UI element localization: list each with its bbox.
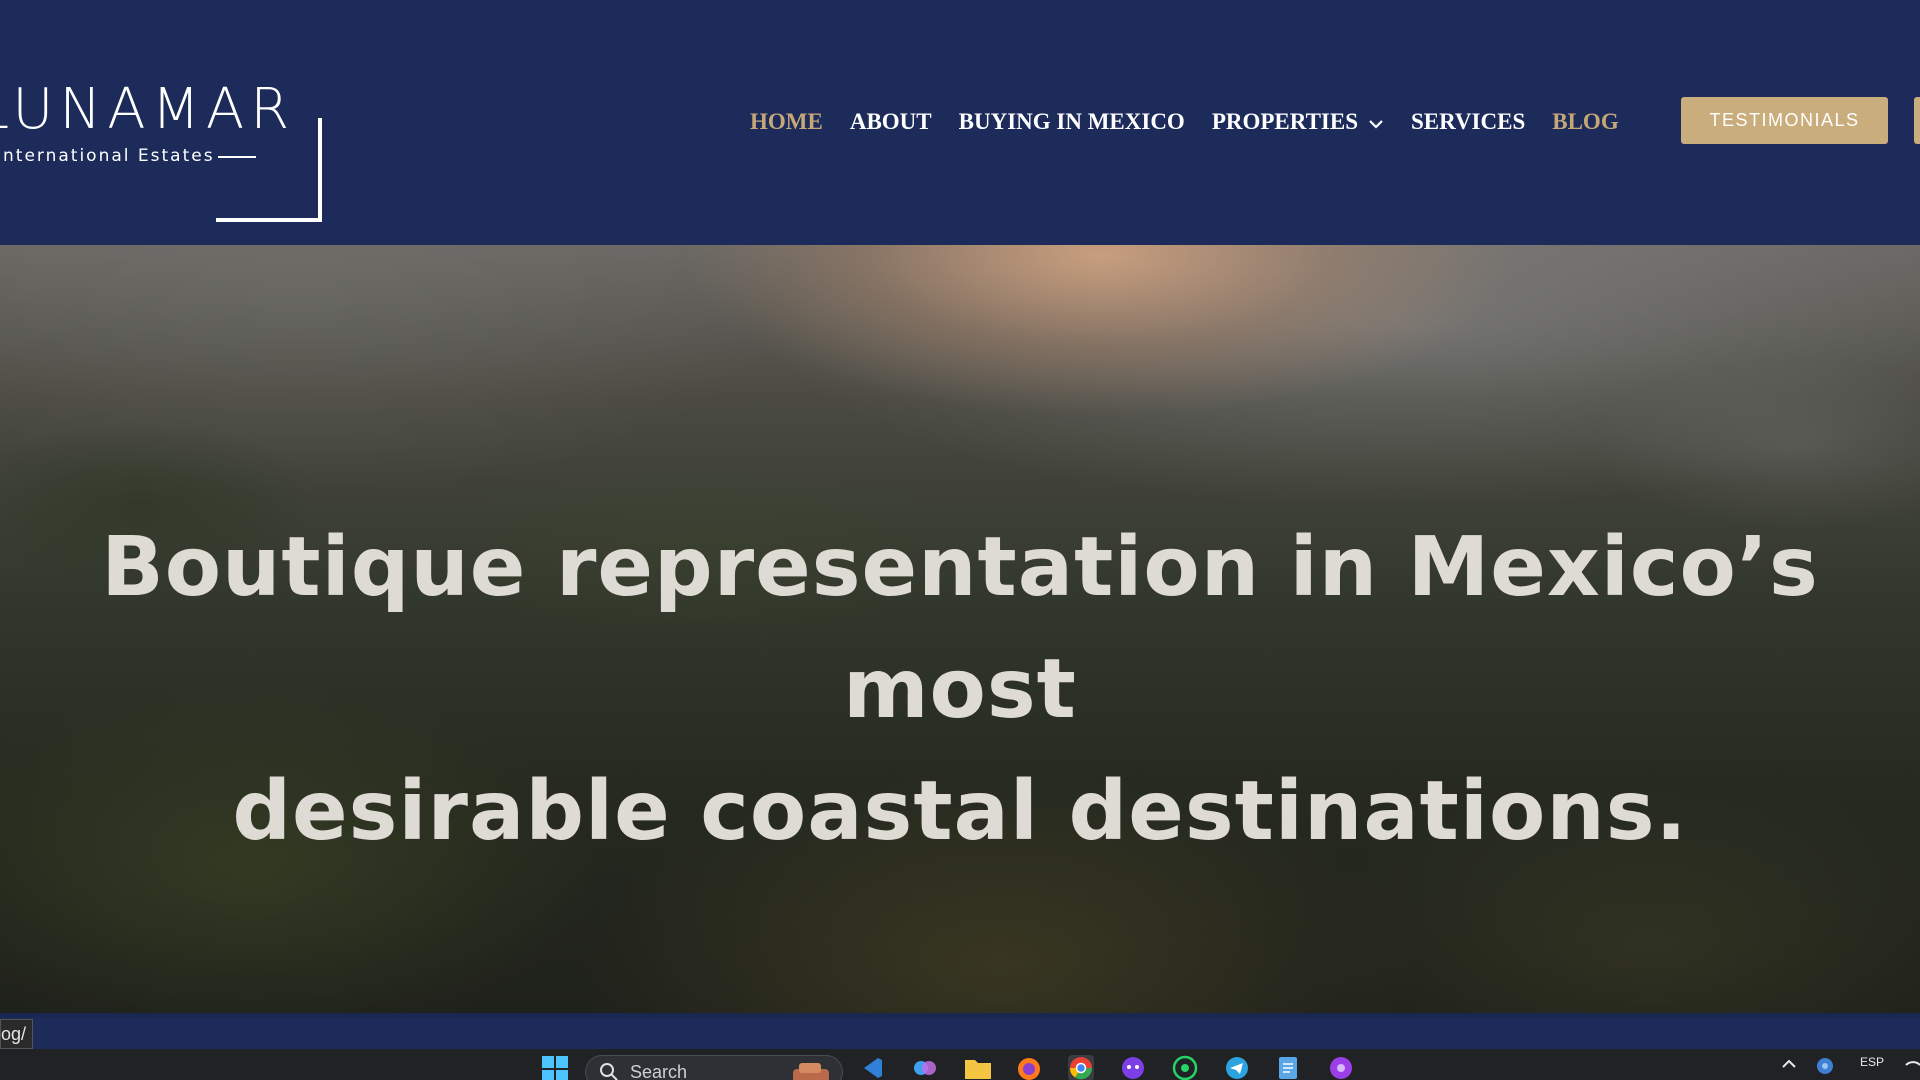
site-header: LUNAMAR International Estates HOME ABOUT… xyxy=(0,0,1920,245)
site-logo[interactable]: LUNAMAR International Estates xyxy=(0,80,330,230)
whatsapp-icon[interactable] xyxy=(1172,1055,1198,1080)
testimonials-button[interactable]: TESTIMONIALS xyxy=(1681,97,1888,144)
nav-about[interactable]: ABOUT xyxy=(850,109,932,135)
podcast-app-icon[interactable] xyxy=(1328,1055,1354,1080)
windows-start-icon[interactable] xyxy=(541,1055,568,1080)
chevron-down-icon[interactable] xyxy=(1368,109,1384,135)
firefox-icon[interactable] xyxy=(1016,1055,1042,1080)
network-icon[interactable] xyxy=(1814,1055,1836,1080)
logo-tagline: International Estates xyxy=(0,146,215,166)
search-icon xyxy=(598,1061,620,1080)
telegram-icon[interactable] xyxy=(1224,1055,1250,1080)
wifi-icon[interactable] xyxy=(1904,1055,1920,1080)
logo-corner-frame xyxy=(216,118,322,222)
nav-services[interactable]: SERVICES xyxy=(1411,109,1525,135)
hero-headline-line1: Boutique representation in Mexico’s most xyxy=(101,520,1819,737)
search-highlight-icon xyxy=(791,1061,831,1080)
hero-headline: Boutique representation in Mexico’s most… xyxy=(0,507,1920,873)
hero-section: Boutique representation in Mexico’s most… xyxy=(0,245,1920,1013)
purple-app-icon[interactable] xyxy=(1120,1055,1146,1080)
nav-properties[interactable]: PROPERTIES xyxy=(1212,109,1384,135)
notepad-icon[interactable] xyxy=(1276,1055,1302,1080)
hero-headline-line2: desirable coastal destinations. xyxy=(232,764,1688,859)
nav-home[interactable]: HOME xyxy=(750,109,823,135)
file-explorer-icon[interactable] xyxy=(964,1055,991,1080)
nav-blog[interactable]: BLOG xyxy=(1552,109,1618,135)
chrome-icon[interactable] xyxy=(1068,1055,1094,1080)
nav-buying-in-mexico[interactable]: BUYING IN MEXICO xyxy=(959,109,1185,135)
link-status-url: og/ xyxy=(0,1019,34,1049)
page-bottom-strip xyxy=(0,1013,1920,1049)
chevron-up-icon[interactable] xyxy=(1780,1057,1798,1075)
windows-taskbar: Search ESP xyxy=(0,1049,1920,1080)
nav-properties-label: PROPERTIES xyxy=(1211,109,1358,134)
cta-edge-partial[interactable] xyxy=(1914,97,1920,144)
copilot-icon[interactable] xyxy=(912,1055,938,1080)
tray-language[interactable]: ESP xyxy=(1860,1055,1884,1069)
main-nav: HOME ABOUT BUYING IN MEXICO PROPERTIES S… xyxy=(750,104,1646,140)
search-placeholder: Search xyxy=(630,1062,688,1080)
vscode-icon[interactable] xyxy=(860,1055,886,1080)
taskbar-search-input[interactable]: Search xyxy=(585,1055,843,1080)
